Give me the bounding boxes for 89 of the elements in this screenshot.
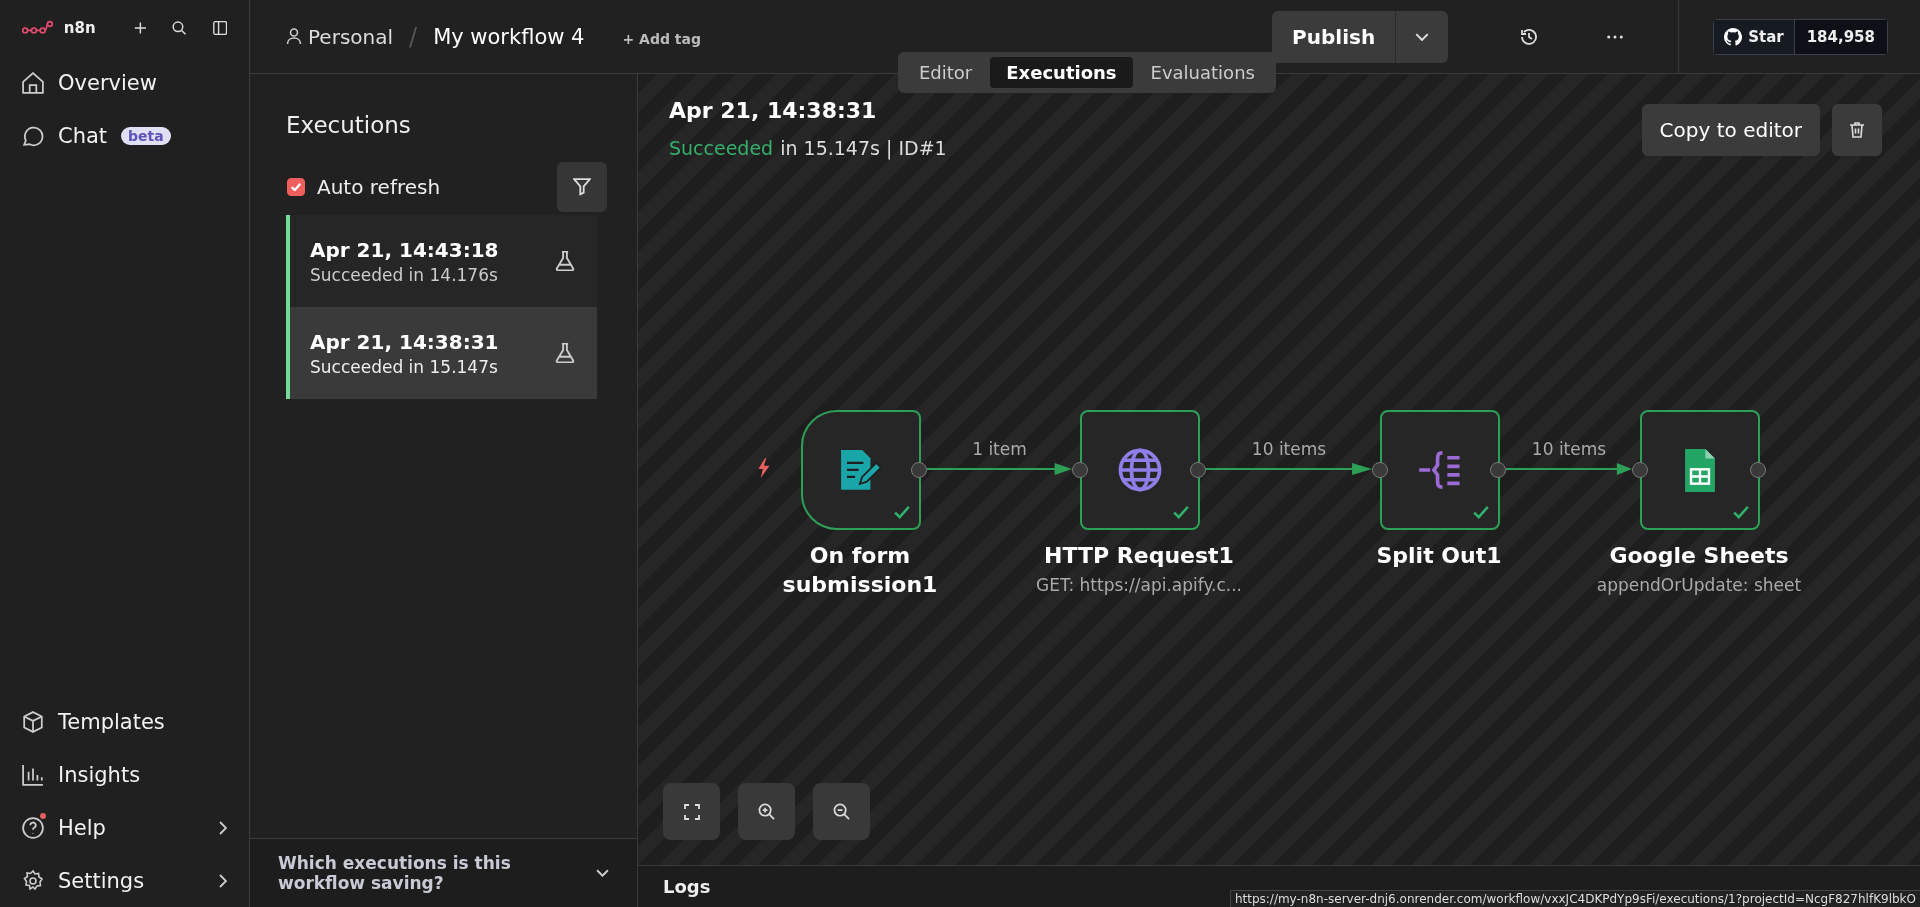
sidebar-item[interactable]: Settings (22, 854, 227, 907)
node-title: Split Out1 (1376, 542, 1502, 570)
sidebar-item[interactable]: Chat beta (22, 109, 227, 162)
sidebar-item[interactable]: Help (22, 801, 227, 854)
execution-status: Succeeded in 15.147s (310, 356, 499, 377)
lightning-icon (757, 458, 771, 478)
link-url-tooltip: https://my-n8n-server-dnj6.onrender.com/workflow/vxxJC4DKPdYp9sFi/executions/1?projectId=NcgF827hlfK9lbkO (1229, 890, 1920, 907)
user-icon (286, 28, 302, 45)
chevron-down-icon (596, 869, 609, 877)
view-tab[interactable]: Executions (990, 57, 1133, 88)
checkmark-icon (894, 505, 910, 519)
search-icon[interactable] (172, 19, 187, 37)
flask-icon[interactable] (555, 343, 575, 363)
logs-panel-title[interactable]: Logs (663, 876, 711, 897)
project-link[interactable]: Personal (308, 24, 394, 49)
workflow-node[interactable] (1080, 410, 1200, 530)
checkmark-icon (1473, 505, 1489, 519)
view-tab[interactable]: Evaluations (1134, 57, 1271, 88)
node-subtitle: appendOrUpdate: sheet (1596, 574, 1802, 595)
form-icon (841, 449, 881, 491)
beta-badge: beta (121, 126, 171, 145)
settings-icon (22, 869, 44, 892)
node-title: Google Sheets (1609, 542, 1789, 570)
breadcrumb-separator: / (409, 22, 418, 51)
filter-icon (573, 178, 591, 196)
connection-label: 1 item (972, 439, 1027, 461)
auto-refresh-checkbox[interactable] (287, 178, 305, 196)
execution-time: Apr 21, 14:43:18 (310, 237, 500, 262)
checkmark-icon (1173, 505, 1189, 519)
execution-item[interactable]: Apr 21, 14:38:31 Succeeded in 15.147s (286, 307, 597, 399)
input-handle[interactable] (1072, 462, 1088, 478)
sidebar-item[interactable]: Insights (22, 748, 227, 801)
panel-title: Executions (286, 112, 412, 138)
flask-icon[interactable] (555, 251, 575, 271)
workflow-node[interactable] (1380, 410, 1500, 530)
sidebar-item[interactable]: Overview (22, 56, 227, 109)
execution-time: Apr 21, 14:38:31 (310, 329, 500, 354)
output-handle[interactable] (911, 462, 927, 478)
checkmark-icon (1733, 505, 1749, 519)
saving-info-toggle[interactable]: Which executions is this workflow saving? (250, 838, 637, 907)
workflow-node[interactable] (1640, 410, 1760, 530)
status-label: Succeeded (669, 137, 774, 159)
zoom-in-icon (758, 803, 775, 820)
chat-bubble-icon (22, 124, 44, 147)
auto-refresh-label: Auto refresh (317, 175, 441, 199)
output-handle[interactable] (1750, 462, 1766, 478)
fit-view-icon (683, 803, 700, 820)
view-tab[interactable]: Editor (903, 57, 989, 88)
more-options-icon[interactable] (1606, 33, 1625, 40)
sidebar-item[interactable]: Templates (22, 695, 227, 748)
connection-label: 10 items (1531, 439, 1607, 461)
caret-icon (1415, 32, 1430, 41)
spreadsheet-icon (1685, 448, 1715, 492)
execution-status: Succeeded in 14.176s (310, 264, 499, 285)
execution-details: in 15.147s | ID#1 (780, 137, 947, 159)
package-icon (22, 710, 44, 733)
brand-name: n8n (63, 19, 96, 37)
zoom-out-icon (833, 803, 850, 820)
connection-label: 10 items (1251, 439, 1327, 461)
check-icon (291, 183, 301, 191)
execution-title: Apr 21, 14:38:31 (669, 98, 878, 123)
zoom-out-button[interactable] (813, 783, 870, 840)
publish-button[interactable]: Publish (1272, 10, 1449, 63)
bar-chart-icon (22, 763, 44, 786)
github-icon (1724, 27, 1743, 46)
trash-icon (1849, 122, 1865, 138)
workflow-name[interactable]: My workflow 4 (433, 24, 585, 49)
output-handle[interactable] (1490, 462, 1506, 478)
history-icon[interactable] (1520, 27, 1539, 46)
output-handle[interactable] (1190, 462, 1206, 478)
help-icon (22, 816, 44, 839)
split-icon (1418, 450, 1462, 490)
home-icon (22, 71, 44, 94)
github-star-button[interactable]: Star 184,958 (1713, 18, 1888, 55)
plus-icon[interactable] (133, 20, 147, 36)
node-title: On form submission1 (781, 542, 939, 599)
execution-item[interactable]: Apr 21, 14:43:18 Succeeded in 14.176s (286, 215, 597, 307)
delete-button[interactable] (1832, 104, 1882, 156)
workflow-node[interactable] (801, 410, 921, 530)
add-tag-link[interactable]: + Add tag (622, 30, 701, 47)
node-subtitle: GET: https://api.apify.c... (1035, 574, 1243, 595)
filter-button[interactable] (557, 162, 607, 212)
zoom-in-button[interactable] (738, 783, 795, 840)
node-title: HTTP Request1 (1044, 542, 1234, 570)
globe-icon (1118, 448, 1162, 492)
input-handle[interactable] (1632, 462, 1648, 478)
sidebar-toggle-icon[interactable] (212, 19, 227, 37)
input-handle[interactable] (1372, 462, 1388, 478)
copy-to-editor-button[interactable]: Copy to editor (1641, 104, 1820, 156)
